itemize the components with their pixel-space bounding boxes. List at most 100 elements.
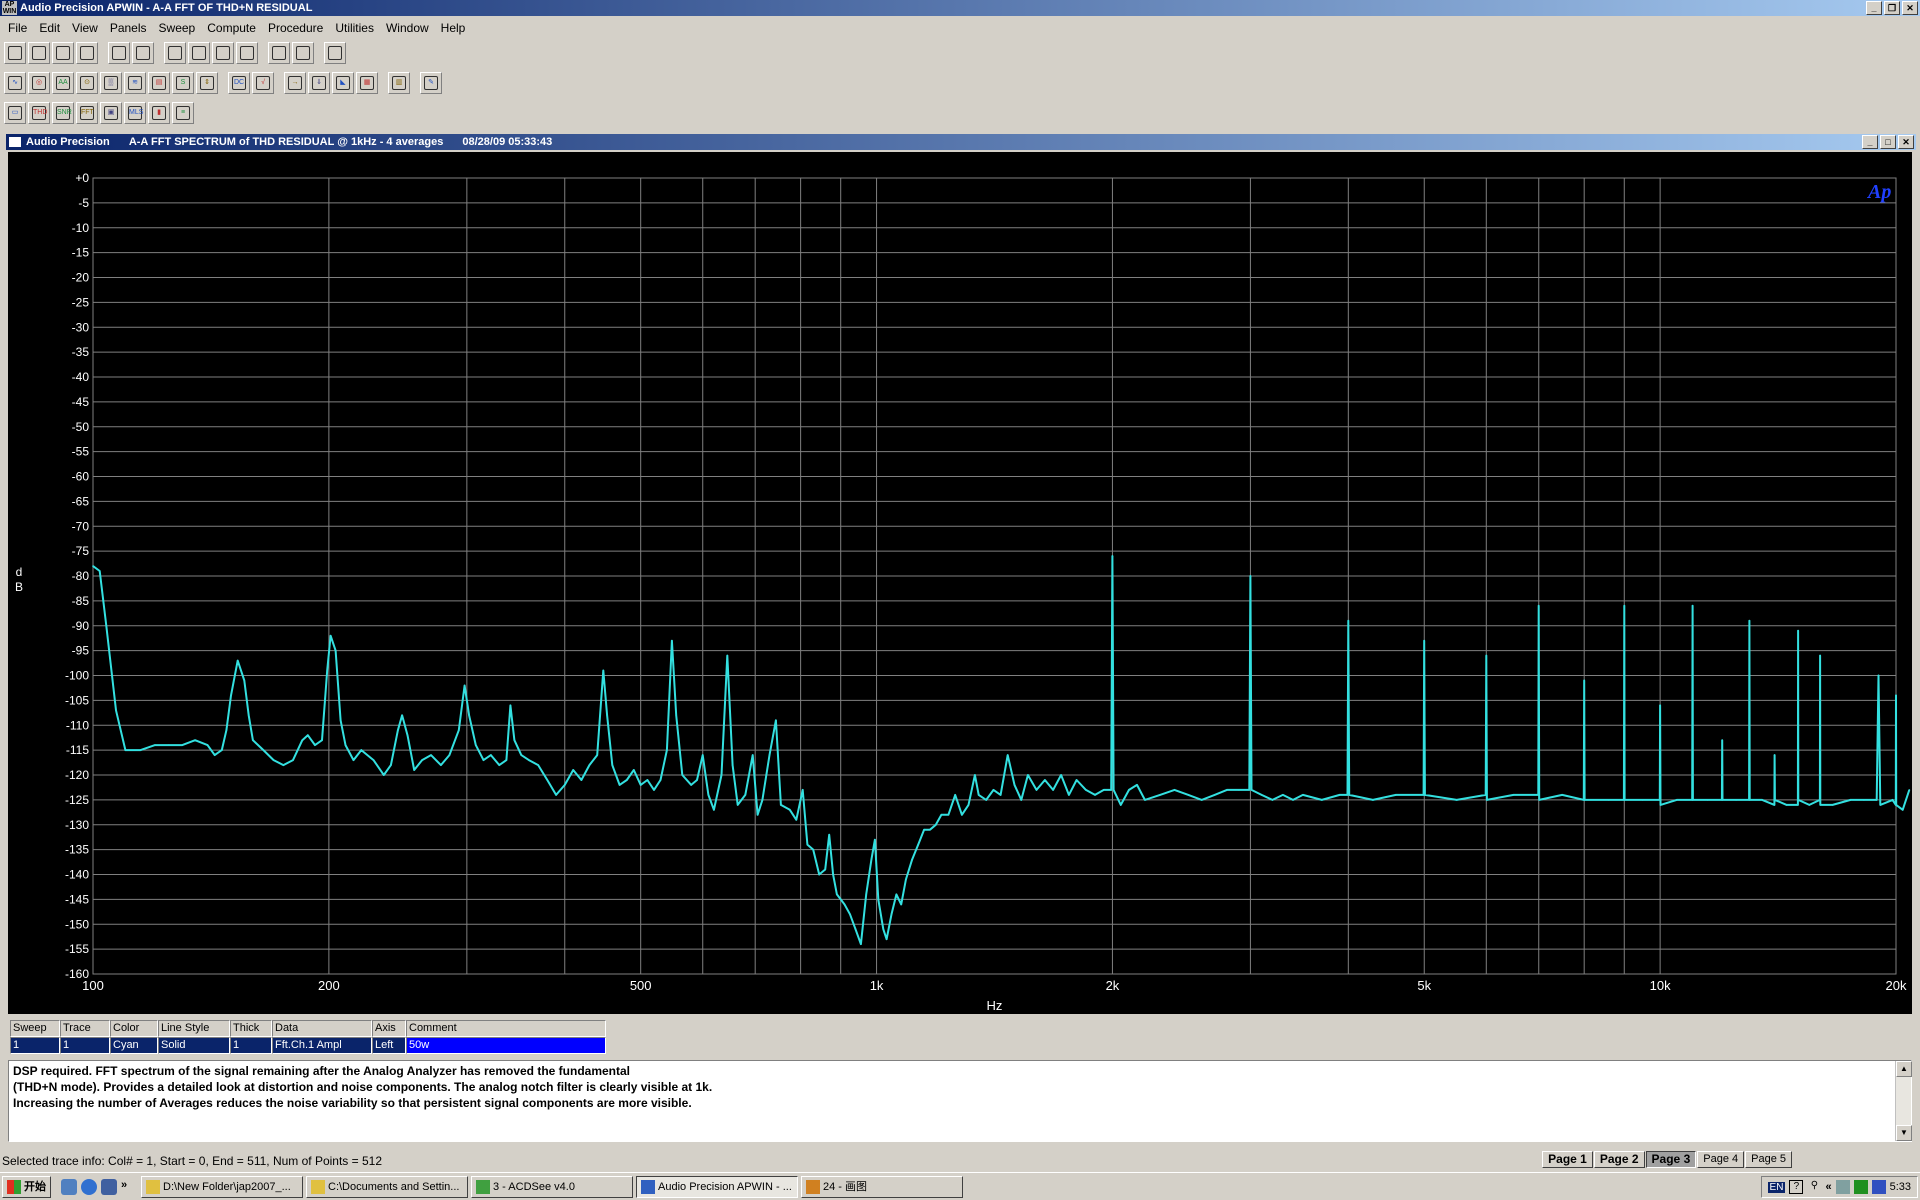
- ie-icon[interactable]: [81, 1178, 97, 1195]
- page-tab-2[interactable]: Page 2: [1593, 1151, 1645, 1168]
- network-icon[interactable]: [1835, 1180, 1850, 1194]
- trace-table-row[interactable]: 1 1 Cyan Solid 1 Fft.Ch.1 Ampl Left 50w: [10, 1037, 606, 1054]
- menu-file[interactable]: File: [2, 18, 33, 38]
- trace-point: [1144, 799, 1146, 801]
- list-button[interactable]: ≡: [172, 102, 194, 124]
- taskbar-item[interactable]: Audio Precision APWIN - ...: [636, 1175, 798, 1198]
- col-header-axis: Axis: [372, 1020, 406, 1037]
- ime-icon[interactable]: ⚲: [1807, 1180, 1821, 1194]
- sweep-button[interactable]: →: [284, 72, 306, 94]
- menu-help[interactable]: Help: [435, 18, 472, 38]
- page-tab-5[interactable]: Page 5: [1745, 1151, 1792, 1168]
- start-button[interactable]: 开始: [2, 1175, 51, 1198]
- menu-view[interactable]: View: [66, 18, 104, 38]
- fft-button[interactable]: FFT: [76, 102, 98, 124]
- snr-button[interactable]: SNR: [52, 102, 74, 124]
- undo-button[interactable]: [164, 42, 186, 64]
- multi-button[interactable]: ▣: [100, 102, 122, 124]
- cut-button[interactable]: [188, 42, 210, 64]
- digital-io-button[interactable]: ▒: [100, 72, 122, 94]
- menu-compute[interactable]: Compute: [201, 18, 262, 38]
- media-icon[interactable]: [101, 1178, 117, 1195]
- aa-button[interactable]: AA: [52, 72, 74, 94]
- new-button[interactable]: [4, 42, 26, 64]
- scroll-down-arrow-icon[interactable]: ▼: [1896, 1125, 1912, 1141]
- taskbar-item[interactable]: C:\Documents and Settin...: [306, 1175, 468, 1198]
- cell-line-style[interactable]: Solid: [158, 1037, 230, 1054]
- tray-expand[interactable]: «: [1825, 1181, 1831, 1193]
- taskbar-item[interactable]: D:\New Folder\jap2007_...: [141, 1175, 303, 1198]
- child-minimize-button[interactable]: _: [1862, 135, 1878, 149]
- cell-axis[interactable]: Left: [372, 1037, 406, 1054]
- dsp-button[interactable]: ⊙: [76, 72, 98, 94]
- bits-button[interactable]: ▤: [148, 72, 170, 94]
- taskbar-item[interactable]: 24 - 画图: [801, 1175, 963, 1198]
- quicklaunch-more[interactable]: »: [121, 1179, 131, 1195]
- macro-button[interactable]: ✎: [420, 72, 442, 94]
- comment-box[interactable]: DSP required. FFT spectrum of the signal…: [8, 1060, 1912, 1142]
- comment-scrollbar[interactable]: ▲ ▼: [1895, 1061, 1912, 1141]
- trace-point: [1901, 809, 1904, 811]
- data-editor-button[interactable]: ▦: [356, 72, 378, 94]
- settle-button[interactable]: ⇓: [308, 72, 330, 94]
- menu-window[interactable]: Window: [380, 18, 435, 38]
- graph-panel[interactable]: +0 -5 -10 -15 -20 -25 -30 -35 -40 -45 -50 -55 -60 -65…: [8, 152, 1912, 1014]
- generator-button[interactable]: ∿: [4, 72, 26, 94]
- stat-bit-button[interactable]: S: [172, 72, 194, 94]
- language-indicator[interactable]: EN: [1767, 1181, 1786, 1193]
- child-close-button[interactable]: ✕: [1898, 135, 1914, 149]
- paste-button[interactable]: [236, 42, 258, 64]
- save-button[interactable]: [52, 42, 74, 64]
- menu-utilities[interactable]: Utilities: [329, 18, 380, 38]
- child-maximize-button[interactable]: □: [1880, 135, 1896, 149]
- minimize-button[interactable]: _: [1866, 1, 1882, 15]
- restore-button[interactable]: ❐: [1884, 1, 1900, 15]
- volume-icon[interactable]: [1853, 1180, 1868, 1194]
- sync-button[interactable]: ≋: [124, 72, 146, 94]
- stop-button[interactable]: [292, 42, 314, 64]
- analyzer-button[interactable]: ◎: [28, 72, 50, 94]
- cell-color[interactable]: Cyan: [110, 1037, 158, 1054]
- menu-sweep[interactable]: Sweep: [153, 18, 202, 38]
- cell-thick[interactable]: 1: [230, 1037, 272, 1054]
- menu-edit[interactable]: Edit: [33, 18, 66, 38]
- page-tab-4[interactable]: Page 4: [1697, 1151, 1745, 1168]
- taskbar-item[interactable]: 3 - ACDSee v4.0: [471, 1175, 633, 1198]
- trace-point: [1347, 620, 1350, 622]
- hb-button[interactable]: ▭: [4, 102, 26, 124]
- desktop-icon[interactable]: [61, 1178, 77, 1195]
- menu-panels[interactable]: Panels: [104, 18, 153, 38]
- help-icon[interactable]: ?: [1789, 1180, 1804, 1194]
- close-button[interactable]: ✕: [1902, 1, 1918, 15]
- trace-point: [1748, 620, 1751, 622]
- menu-procedure[interactable]: Procedure: [262, 18, 329, 38]
- cell-sweep[interactable]: 1: [10, 1037, 60, 1054]
- cell-comment[interactable]: 50w: [406, 1037, 606, 1054]
- mls-icon: MLS: [128, 106, 143, 120]
- print-preview-button[interactable]: [132, 42, 154, 64]
- save-all-button[interactable]: [76, 42, 98, 64]
- graph-button[interactable]: [324, 42, 346, 64]
- cell-trace[interactable]: 1: [60, 1037, 110, 1054]
- mls-button[interactable]: MLS: [124, 102, 146, 124]
- y-tick-label: -65: [72, 494, 90, 508]
- scroll-up-arrow-icon[interactable]: ▲: [1896, 1061, 1912, 1077]
- thd-button[interactable]: THD: [28, 102, 50, 124]
- page-tab-3[interactable]: Page 3: [1645, 1151, 1697, 1168]
- fft-chart[interactable]: +0 -5 -10 -15 -20 -25 -30 -35 -40 -45 -50 -55 -60 -65…: [8, 152, 1912, 1014]
- trace-point: [602, 669, 605, 672]
- trace-point: [606, 714, 608, 717]
- cell-data[interactable]: Fft.Ch.1 Ampl: [272, 1037, 372, 1054]
- antivirus-icon[interactable]: [1871, 1180, 1886, 1194]
- open-button[interactable]: [28, 42, 50, 64]
- copy-button[interactable]: [212, 42, 234, 64]
- graph-panel-button[interactable]: ◣: [332, 72, 354, 94]
- page-tab-1[interactable]: Page 1: [1542, 1151, 1593, 1168]
- bar-button[interactable]: ▮: [148, 102, 170, 124]
- dcx-button[interactable]: DC: [228, 72, 250, 94]
- attach-button[interactable]: ▥: [388, 72, 410, 94]
- compute-button[interactable]: √: [252, 72, 274, 94]
- print-button[interactable]: [108, 42, 130, 64]
- go-button[interactable]: [268, 42, 290, 64]
- switcher-button[interactable]: ⇕: [196, 72, 218, 94]
